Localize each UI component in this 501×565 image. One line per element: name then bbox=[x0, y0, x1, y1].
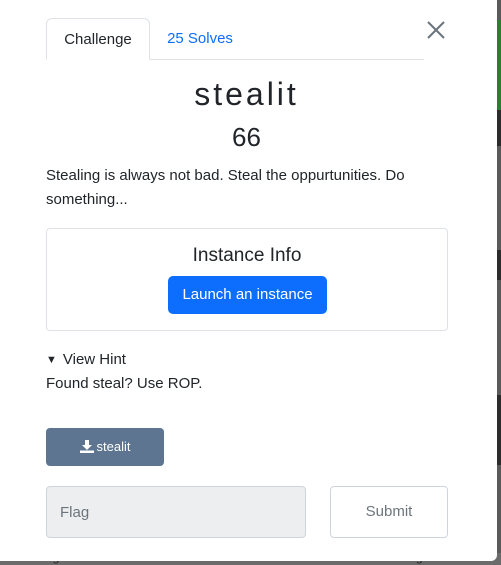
challenge-title: stealit bbox=[194, 76, 299, 112]
download-icon bbox=[79, 440, 94, 453]
tab-solves[interactable]: 25 Solves bbox=[156, 18, 244, 60]
submit-button[interactable]: Submit bbox=[330, 486, 448, 538]
challenge-description: Stealing is always not bad. Steal the op… bbox=[46, 167, 405, 208]
hint-text: Found steal? Use ROP. bbox=[46, 375, 203, 392]
hint-section: ▼ View Hint Found steal? Use ROP. bbox=[46, 350, 202, 394]
close-icon bbox=[427, 21, 445, 39]
modal-tabs: Challenge 25 Solves bbox=[46, 18, 424, 60]
tab-challenge[interactable]: Challenge bbox=[46, 18, 150, 60]
triangle-down-icon: ▼ bbox=[46, 354, 57, 366]
view-hint-label: View Hint bbox=[62, 351, 126, 368]
instance-info-card: Instance Info Launch an instance bbox=[46, 228, 448, 331]
challenge-points: 66 bbox=[232, 122, 261, 152]
download-file-button[interactable]: stealit bbox=[46, 428, 164, 466]
flag-input[interactable] bbox=[46, 486, 306, 538]
launch-instance-button[interactable]: Launch an instance bbox=[168, 276, 327, 314]
close-button[interactable] bbox=[424, 18, 448, 42]
challenge-modal: Challenge 25 Solves stealit 66 Stealing … bbox=[0, 0, 497, 561]
instance-info-title: Instance Info bbox=[192, 245, 302, 266]
view-hint-toggle[interactable]: ▼ View Hint bbox=[46, 350, 202, 370]
download-file-label: stealit bbox=[96, 439, 131, 454]
